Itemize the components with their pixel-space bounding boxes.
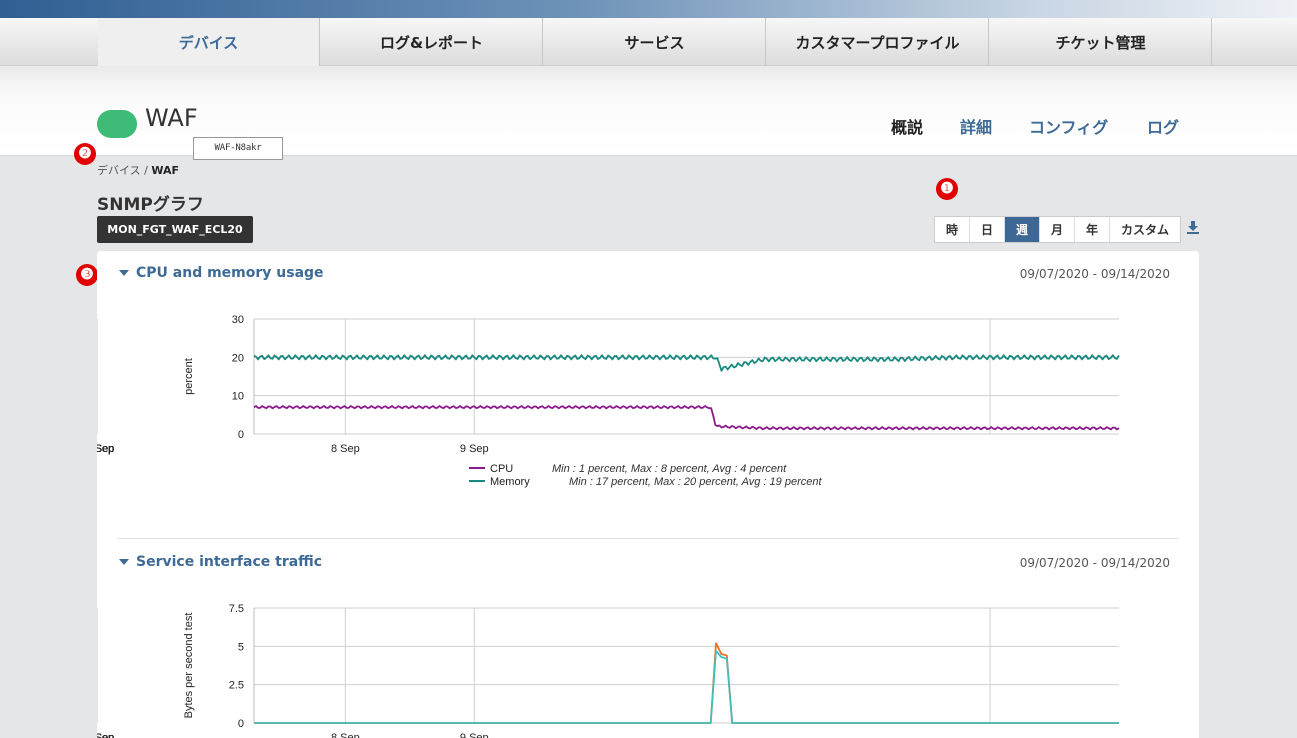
tab-details[interactable]: 詳細 <box>960 114 992 138</box>
breadcrumb-current: WAF <box>151 164 180 177</box>
legend-label: Memory <box>490 476 530 488</box>
series-line-traffic-1 <box>254 650 1119 724</box>
top-gradient-bar <box>0 0 1297 18</box>
series-line-traffic-0 <box>254 642 1119 724</box>
collapse-caret-icon[interactable] <box>119 559 129 565</box>
breadcrumb-separator: / <box>144 164 148 177</box>
y-tick-label: 5 <box>238 641 244 653</box>
x-tick-label: 12 Sep <box>97 443 114 455</box>
breadcrumb: デバイス / WAF <box>97 162 179 178</box>
y-tick-label: 30 <box>232 314 244 326</box>
tab-log[interactable]: ログ <box>1147 114 1179 138</box>
y-axis-label: Bytes per second test <box>183 613 195 719</box>
annotation-marker-3: ❸ <box>76 264 98 286</box>
collapse-caret-icon[interactable] <box>119 270 129 276</box>
graphs-panel: CPU and memory usage 09/07/2020 - 09/14/… <box>97 251 1199 738</box>
x-tick-label: 9 Sep <box>460 443 489 455</box>
annotation-marker-2: ❷ <box>74 143 96 165</box>
nav-item-services[interactable]: サービス <box>544 18 766 66</box>
interface-traffic-panel-header[interactable]: Service interface traffic 09/07/2020 - 0… <box>97 550 1199 580</box>
x-tick-label: 8 Sep <box>331 443 360 455</box>
cpu-memory-panel-header[interactable]: CPU and memory usage 09/07/2020 - 09/14/… <box>97 261 1199 291</box>
legend-label: CPU <box>490 463 513 475</box>
time-range-selector: 時 日 週 月 年 カスタム <box>934 216 1181 243</box>
range-month-button[interactable]: 月 <box>1040 217 1075 242</box>
panel-title[interactable]: Service interface traffic <box>136 554 322 570</box>
legend-stats: Min : 1 percent, Max : 8 percent, Avg : … <box>552 463 787 475</box>
nav-item-devices[interactable]: デバイス <box>98 18 320 66</box>
panel-title[interactable]: CPU and memory usage <box>136 265 324 281</box>
nav-item-logs-reports[interactable]: ログ&レポート <box>321 18 543 66</box>
nav-item-customer-profile[interactable]: カスタマープロファイル <box>767 18 989 66</box>
range-day-button[interactable]: 日 <box>970 217 1005 242</box>
y-tick-label: 0 <box>238 429 244 441</box>
y-tick-label: 0 <box>238 718 244 730</box>
x-tick-label: 9 Sep <box>460 732 489 738</box>
panel-date-range: 09/07/2020 - 09/14/2020 <box>1019 556 1170 570</box>
y-tick-label: 2.5 <box>229 680 244 692</box>
x-tick-label: 12 Sep <box>97 732 114 738</box>
interface-traffic-chart: 02.557.58 Sep9 Sep10 Sep11 Sep12 SepByte… <box>97 603 1119 738</box>
range-hour-button[interactable]: 時 <box>935 217 970 242</box>
y-axis-label: percent <box>183 358 195 395</box>
panel-divider <box>117 538 1179 539</box>
status-indicator <box>97 110 137 138</box>
series-line-cpu <box>253 405 1120 431</box>
y-tick-label: 10 <box>232 391 244 403</box>
device-name-badge: MON_FGT_WAF_ECL20 <box>97 216 253 243</box>
range-year-button[interactable]: 年 <box>1075 217 1110 242</box>
breadcrumb-parent[interactable]: デバイス <box>97 164 141 177</box>
cpu-memory-chart: 01020308 Sep9 Sep10 Sep11 Sep12 Sepperce… <box>97 314 1120 488</box>
y-tick-label: 20 <box>232 352 244 364</box>
device-title: WAF <box>145 104 198 132</box>
page-title: SNMPグラフ <box>97 195 204 215</box>
device-tag: WAF-N8akr <box>193 137 283 160</box>
device-header: WAF WAF-N8akr 概説 詳細 コンフィグ ログ <box>0 66 1297 160</box>
y-tick-label: 7.5 <box>229 603 244 615</box>
tab-overview[interactable]: 概説 <box>891 114 923 138</box>
download-icon[interactable] <box>1186 220 1200 234</box>
tab-config[interactable]: コンフィグ <box>1029 114 1108 138</box>
nav-item-ticket-management[interactable]: チケット管理 <box>990 18 1212 66</box>
legend-stats: Min : 17 percent, Max : 20 percent, Avg … <box>569 476 822 488</box>
main-nav: デバイス ログ&レポート サービス カスタマープロファイル チケット管理 <box>0 18 1297 66</box>
annotation-marker-1: ❶ <box>936 178 958 200</box>
range-custom-button[interactable]: カスタム <box>1110 217 1180 242</box>
x-tick-label: 8 Sep <box>331 732 360 738</box>
range-week-button[interactable]: 週 <box>1005 217 1040 242</box>
panel-date-range: 09/07/2020 - 09/14/2020 <box>1019 267 1170 281</box>
